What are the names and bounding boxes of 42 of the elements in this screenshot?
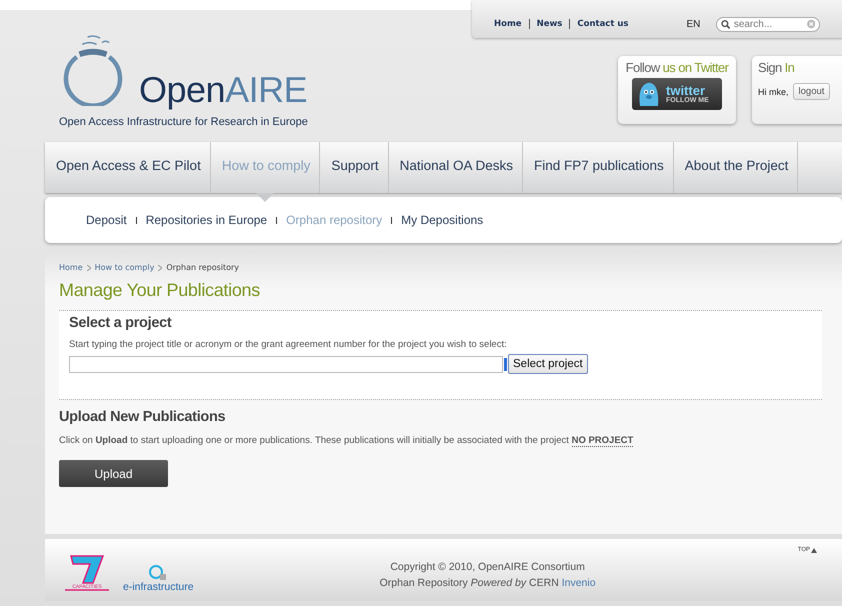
greeting-text: Hi mke, bbox=[758, 86, 789, 96]
breadcrumb-link[interactable]: Home bbox=[59, 263, 83, 272]
twitter-wordmark: twitter bbox=[666, 84, 705, 97]
triangle-up-icon bbox=[811, 548, 817, 552]
project-input-field[interactable] bbox=[69, 356, 503, 372]
search-icon bbox=[721, 18, 731, 30]
page-title: Manage Your Publications bbox=[59, 280, 261, 301]
upload-button[interactable]: Upload bbox=[59, 460, 168, 487]
logo-wordmark: OpenAIRE bbox=[139, 70, 308, 110]
nav-tab[interactable]: Open Access & EC Pilot bbox=[45, 142, 211, 193]
header-nav-link[interactable]: Home bbox=[494, 19, 522, 29]
powered-by-text: Orphan Repository Powered by CERN Invenio bbox=[380, 576, 596, 591]
select-project-button[interactable]: Select project bbox=[508, 354, 588, 374]
nav-tab[interactable]: About the Project bbox=[674, 142, 798, 193]
sub-nav-link[interactable]: Repositories in Europe bbox=[146, 213, 268, 227]
nav-tab[interactable]: National OA Desks bbox=[388, 142, 523, 193]
copyright-text: Copyright © 2010, OpenAIRE Consortium bbox=[389, 560, 586, 575]
search-box[interactable]: search... bbox=[716, 16, 820, 32]
sub-nav-link[interactable]: My Depositions bbox=[401, 213, 484, 227]
language-selector[interactable]: EN bbox=[686, 18, 700, 30]
e-infrastructure-logo: e-infrastructure bbox=[123, 565, 194, 593]
search-field[interactable]: search... bbox=[734, 18, 804, 30]
header-nav-link[interactable]: Contact us bbox=[577, 19, 628, 29]
nav-tab[interactable]: Support bbox=[320, 142, 389, 193]
upload-instruction-text: Click on Upload to start uploading one or more publications. These publications will initially be associated with the project NO PROJECT bbox=[59, 435, 634, 446]
header-nav-link[interactable]: News bbox=[536, 19, 562, 29]
e-grid-icon bbox=[149, 565, 168, 581]
breadcrumb-link[interactable]: How to comply bbox=[94, 263, 154, 272]
sign-in-title: Sign In bbox=[758, 60, 796, 75]
breadcrumb-current: Orphan repository bbox=[166, 263, 240, 272]
chevron-icon bbox=[158, 264, 162, 270]
twitter-title: Follow us on Twitter bbox=[626, 60, 728, 75]
section-heading: Select a project bbox=[69, 315, 172, 331]
sub-nav-link[interactable]: Deposit bbox=[86, 213, 127, 227]
instruction-text: Start typing the project title or acronym or the grant agreement number for the project you wish to select: bbox=[69, 339, 508, 350]
nav-tab[interactable]: Find FP7 publications bbox=[522, 142, 674, 193]
chevron-icon bbox=[86, 264, 91, 270]
logout-button[interactable]: logout bbox=[792, 83, 830, 100]
section-heading: Upload New Publications bbox=[59, 409, 226, 425]
clear-icon[interactable] bbox=[806, 19, 816, 29]
pointer-icon bbox=[256, 193, 274, 202]
logo-tagline: Open Access Infrastructure for Research in Europe bbox=[59, 116, 309, 128]
